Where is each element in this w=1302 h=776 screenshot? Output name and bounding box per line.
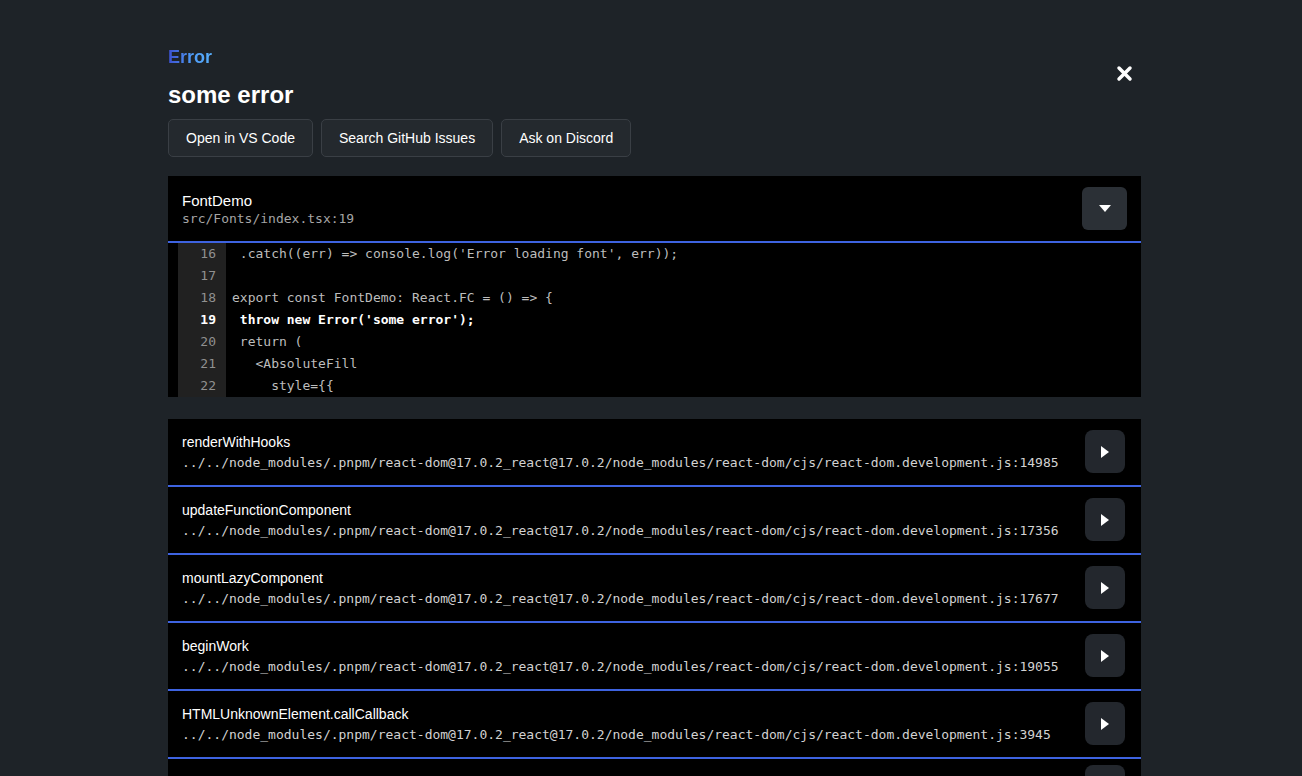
source-frame-panel: FontDemo src/Fonts/index.tsx:19 16 .catc… <box>168 176 1141 397</box>
stack-frame-row[interactable]: beginWork ../../node_modules/.pnpm/react… <box>168 623 1141 691</box>
line-number: 21 <box>178 353 226 375</box>
stack-frame-path: ../../node_modules/.pnpm/react-dom@17.0.… <box>182 523 1071 538</box>
stack-frame-list: renderWithHooks ../../node_modules/.pnpm… <box>168 419 1141 776</box>
code-line: 16 .catch((err) => console.log('Error lo… <box>168 243 1141 265</box>
play-icon <box>1100 717 1110 731</box>
code-line: 22 style={{ <box>168 375 1141 397</box>
code-line: 18 export const FontDemo: React.FC = () … <box>168 287 1141 309</box>
error-kind-label: Error <box>168 47 212 67</box>
close-icon <box>1116 65 1133 82</box>
expand-frame-button[interactable] <box>1085 702 1125 745</box>
stack-frame-title: beginWork <box>182 639 1071 654</box>
play-icon <box>1100 649 1110 663</box>
line-code: throw new Error('some error'); <box>226 309 475 331</box>
code-line: 21 <AbsoluteFill <box>168 353 1141 375</box>
stack-frame-path: ../../node_modules/.pnpm/react-dom@17.0.… <box>182 455 1071 470</box>
stack-frame-title: mountLazyComponent <box>182 571 1071 586</box>
line-number: 16 <box>178 243 226 265</box>
stack-frame-title: updateFunctionComponent <box>182 503 1071 518</box>
close-button[interactable] <box>1113 62 1135 84</box>
stack-frame-row[interactable]: HTMLUnknownElement.callCallback ../../no… <box>168 691 1141 759</box>
stack-frame-path: ../../node_modules/.pnpm/react-dom@17.0.… <box>182 591 1071 606</box>
stack-frame-row[interactable]: renderWithHooks ../../node_modules/.pnpm… <box>168 419 1141 487</box>
source-frame-header[interactable]: FontDemo src/Fonts/index.tsx:19 <box>168 176 1141 243</box>
code-line: 17 <box>168 265 1141 287</box>
code-line: 20 return ( <box>168 331 1141 353</box>
expand-frame-button[interactable] <box>1085 498 1125 541</box>
line-number: 20 <box>178 331 226 353</box>
error-message: some error <box>168 80 1141 109</box>
search-github-issues-button[interactable]: Search GitHub Issues <box>321 119 493 157</box>
play-icon <box>1100 445 1110 459</box>
stack-frame-row[interactable]: updateFunctionComponent ../../node_modul… <box>168 487 1141 555</box>
open-in-vscode-button[interactable]: Open in VS Code <box>168 119 313 157</box>
line-code: export const FontDemo: React.FC = () => … <box>226 287 553 309</box>
expand-frame-button[interactable] <box>1085 634 1125 677</box>
line-code: style={{ <box>226 375 334 397</box>
stack-frame-path: ../../node_modules/.pnpm/react-dom@17.0.… <box>182 659 1071 674</box>
stack-frame-title: renderWithHooks <box>182 435 1071 450</box>
source-frame-location: src/Fonts/index.tsx:19 <box>182 211 1125 226</box>
code-line: 19 throw new Error('some error'); <box>168 309 1141 331</box>
source-frame-title: FontDemo <box>182 193 1125 208</box>
stack-frame-path: ../../node_modules/.pnpm/react-dom@17.0.… <box>182 727 1071 742</box>
line-code: return ( <box>226 331 302 353</box>
expand-frame-button[interactable] <box>1085 430 1125 473</box>
action-buttons: Open in VS Code Search GitHub Issues Ask… <box>168 119 1141 157</box>
code-block: 16 .catch((err) => console.log('Error lo… <box>168 243 1141 397</box>
play-icon <box>1100 581 1110 595</box>
stack-frame-row[interactable] <box>168 759 1141 776</box>
collapse-frame-button[interactable] <box>1082 187 1127 230</box>
play-icon <box>1100 513 1110 527</box>
ask-on-discord-button[interactable]: Ask on Discord <box>501 119 631 157</box>
line-number: 17 <box>178 265 226 287</box>
line-code <box>226 265 232 287</box>
expand-frame-button[interactable] <box>1085 765 1125 776</box>
stack-frame-title: HTMLUnknownElement.callCallback <box>182 707 1071 722</box>
chevron-down-icon <box>1098 204 1112 213</box>
line-code: .catch((err) => console.log('Error loadi… <box>226 243 678 265</box>
line-number: 19 <box>178 309 226 331</box>
line-number: 18 <box>178 287 226 309</box>
expand-frame-button[interactable] <box>1085 566 1125 609</box>
line-number: 22 <box>178 375 226 397</box>
line-code: <AbsoluteFill <box>226 353 357 375</box>
stack-frame-row[interactable]: mountLazyComponent ../../node_modules/.p… <box>168 555 1141 623</box>
error-overlay: Error some error Open in VS Code Search … <box>0 0 1302 776</box>
